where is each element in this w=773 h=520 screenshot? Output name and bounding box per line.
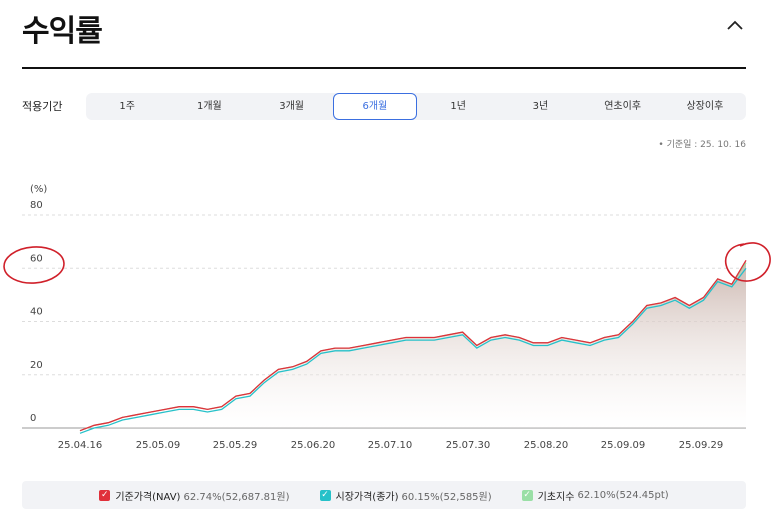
x-tick-label: 25.06.20 [291, 440, 336, 451]
check-icon[interactable]: ✓ [521, 489, 533, 501]
y-tick-label: 80 [30, 200, 43, 211]
y-tick-label: 0 [30, 413, 36, 424]
x-tick-label: 25.07.30 [446, 440, 491, 451]
x-tick-label: 25.04.16 [58, 440, 103, 451]
x-tick-label: 25.07.10 [368, 440, 413, 451]
x-tick-label: 25.05.09 [136, 440, 181, 451]
legend-item-index[interactable]: ✓ 기초지수 62.10%(524.45pt) [521, 488, 669, 503]
x-tick-label: 25.05.29 [213, 440, 258, 451]
legend-value: 62.74%(52,687.81원) [183, 491, 290, 503]
return-chart: (%) 0 20 40 60 80 25.04.16 25.05.09 25.05.29 25… [3, 184, 771, 451]
check-icon[interactable]: ✓ [99, 489, 111, 501]
check-icon[interactable]: ✓ [319, 489, 331, 501]
legend-value: 60.15%(52,585원) [401, 491, 492, 503]
y-tick-label: 40 [30, 307, 43, 318]
legend-item-nav[interactable]: ✓ 기준가격(NAV) 62.74%(52,687.81원) [99, 488, 290, 503]
y-tick-label: 60 [30, 253, 43, 264]
legend-name: 기준가격(NAV) [115, 491, 181, 503]
legend-name: 기초지수 [537, 491, 575, 503]
y-tick-label: 20 [30, 360, 43, 371]
y-axis-label: (%) [30, 184, 47, 195]
legend-item-market[interactable]: ✓ 시장가격(종가) 60.15%(52,585원) [319, 488, 492, 503]
x-tick-label: 25.08.20 [524, 440, 569, 451]
highlight-circle-annotation [3, 246, 65, 284]
chart-legend: ✓ 기준가격(NAV) 62.74%(52,687.81원) ✓ 시장가격(종가… [22, 481, 746, 509]
chart-area-fill [80, 260, 746, 431]
legend-name: 시장가격(종가) [335, 491, 399, 503]
x-tick-label: 25.09.09 [601, 440, 646, 451]
x-tick-label: 25.09.29 [679, 440, 724, 451]
highlight-circle-annotation [724, 242, 771, 282]
legend-value: 62.10%(524.45pt) [577, 489, 669, 501]
